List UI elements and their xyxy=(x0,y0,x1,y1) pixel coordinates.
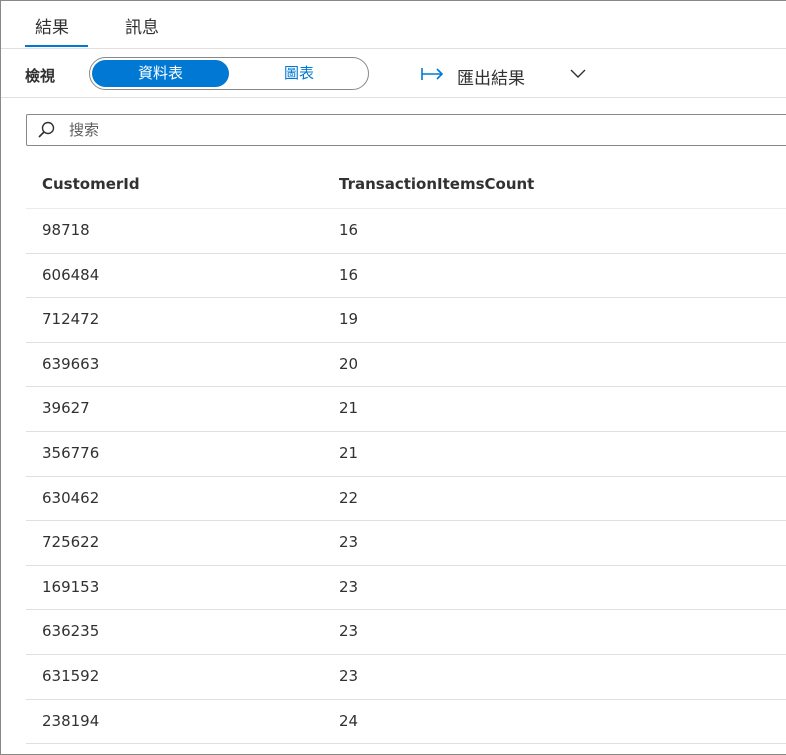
table-row[interactable]: 98718 16 xyxy=(26,209,786,254)
cell-customerid: 169153 xyxy=(42,577,100,596)
column-header-customerid[interactable]: CustomerId xyxy=(42,175,140,193)
cell-transactionitemscount: 21 xyxy=(339,443,359,462)
tab-results[interactable]: 結果 xyxy=(35,13,69,49)
results-pane: 結果 訊息 檢視 資料表 圖表 匯出結果 CustomerI xyxy=(0,0,786,755)
table-header: CustomerId TransactionItemsCount xyxy=(26,161,786,209)
cell-transactionitemscount: 20 xyxy=(339,354,359,373)
search-icon xyxy=(38,121,55,138)
chevron-down-icon[interactable] xyxy=(569,67,587,79)
table-row[interactable]: 238194 24 xyxy=(26,700,786,745)
cell-customerid: 631592 xyxy=(42,666,100,685)
results-table: CustomerId TransactionItemsCount 98718 16… xyxy=(26,161,786,745)
export-arrow-icon xyxy=(421,68,444,80)
view-option-chart[interactable]: 圖表 xyxy=(240,60,358,87)
table-row[interactable]: 639663 20 xyxy=(26,343,786,388)
cell-customerid: 630462 xyxy=(42,488,100,507)
table-row[interactable]: 631592 23 xyxy=(26,655,786,700)
view-label: 檢視 xyxy=(25,67,56,85)
cell-customerid: 98718 xyxy=(42,221,90,239)
export-results-label: 匯出結果 xyxy=(457,69,525,89)
table-row[interactable]: 356776 21 xyxy=(26,432,786,477)
column-header-transactionitemscount[interactable]: TransactionItemsCount xyxy=(339,175,534,193)
cell-transactionitemscount: 23 xyxy=(339,666,359,685)
cell-customerid: 39627 xyxy=(42,399,90,418)
cell-transactionitemscount: 23 xyxy=(339,622,359,641)
cell-transactionitemscount: 16 xyxy=(339,265,359,284)
cell-transactionitemscount: 19 xyxy=(339,310,359,329)
cell-transactionitemscount: 23 xyxy=(339,577,359,596)
cell-transactionitemscount: 16 xyxy=(339,221,359,239)
view-toggle: 資料表 圖表 xyxy=(89,57,369,90)
tab-bar: 結果 訊息 xyxy=(1,1,786,49)
tab-messages[interactable]: 訊息 xyxy=(125,13,159,49)
table-row[interactable]: 606484 16 xyxy=(26,254,786,299)
table-row[interactable]: 630462 22 xyxy=(26,477,786,522)
table-row[interactable]: 636235 23 xyxy=(26,610,786,655)
table-row[interactable]: 39627 21 xyxy=(26,387,786,432)
cell-customerid: 238194 xyxy=(42,711,100,730)
search-input[interactable] xyxy=(69,119,669,141)
active-tab-indicator xyxy=(25,45,88,47)
cell-transactionitemscount: 22 xyxy=(339,488,359,507)
cell-transactionitemscount: 23 xyxy=(339,533,359,552)
table-row[interactable]: 169153 23 xyxy=(26,566,786,611)
cell-customerid: 725622 xyxy=(42,533,100,552)
cell-transactionitemscount: 21 xyxy=(339,399,359,418)
search-box[interactable] xyxy=(26,114,786,146)
table-row[interactable]: 725622 23 xyxy=(26,521,786,566)
table-row[interactable]: 712472 19 xyxy=(26,298,786,343)
cell-customerid: 636235 xyxy=(42,622,100,641)
cell-customerid: 712472 xyxy=(42,310,100,329)
cell-customerid: 639663 xyxy=(42,354,100,373)
cell-customerid: 356776 xyxy=(42,443,100,462)
toolbar: 檢視 資料表 圖表 匯出結果 xyxy=(1,49,786,98)
cell-transactionitemscount: 24 xyxy=(339,711,359,730)
view-option-table[interactable]: 資料表 xyxy=(92,60,229,87)
cell-customerid: 606484 xyxy=(42,265,100,284)
